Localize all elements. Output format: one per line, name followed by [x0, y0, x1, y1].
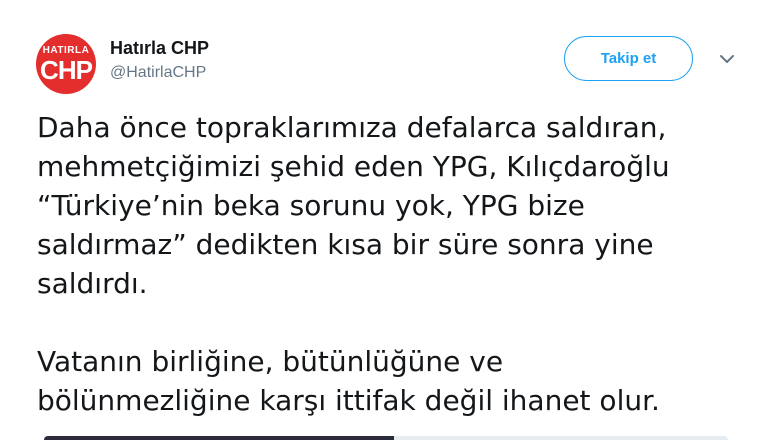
avatar-text-bottom: CHP	[40, 55, 93, 85]
tweet-line: bölünmezliğine karşı ittifak değil ihane…	[37, 384, 660, 417]
tweet-line: Vatanın birliğine, bütünlüğüne ve	[37, 345, 504, 378]
tweet-line: “Türkiye’nin beka sorunu yok, YPG bize	[37, 189, 585, 222]
media-preview-image	[44, 436, 394, 440]
media-preview[interactable]	[44, 436, 728, 440]
tweet-line: Daha önce topraklarımıza defalarca saldı…	[37, 111, 667, 144]
avatar[interactable]: HATIRLA CHP	[36, 34, 96, 94]
display-name[interactable]: Hatırla CHP	[110, 38, 209, 59]
tweet-line: saldırdı.	[37, 267, 148, 300]
chevron-down-icon[interactable]	[716, 50, 738, 68]
tweet-line: saldırmaz” dedikten kısa bir süre sonra …	[37, 228, 654, 261]
tweet-line: mehmetçiğimizi şehid eden YPG, Kılıçdaro…	[37, 150, 670, 183]
tweet-card: HATIRLA CHP Hatırla CHP @HatirlaCHP Taki…	[0, 0, 780, 440]
tweet-text: Daha önce topraklarımıza defalarca saldı…	[37, 108, 757, 420]
follow-button[interactable]: Takip et	[564, 36, 693, 81]
user-handle[interactable]: @HatirlaCHP	[110, 64, 206, 82]
